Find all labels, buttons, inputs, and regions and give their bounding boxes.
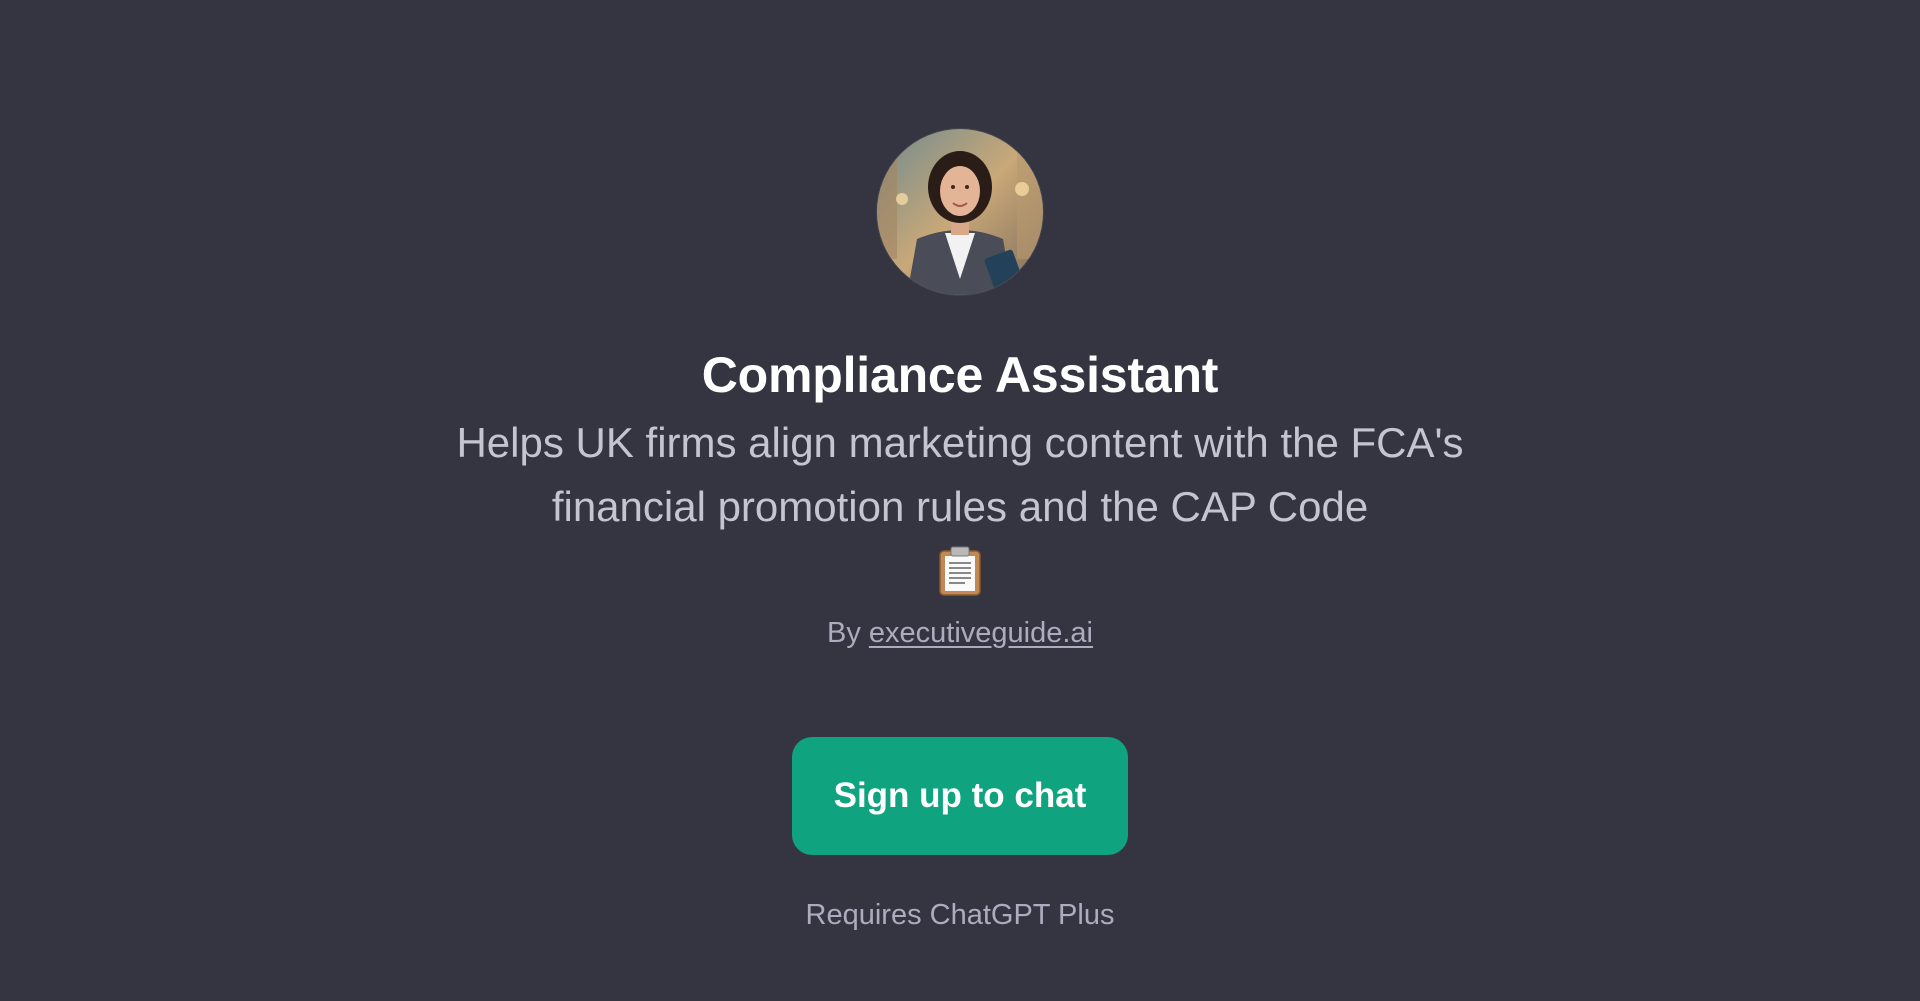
avatar [877, 129, 1043, 295]
author-link[interactable]: executiveguide.ai [869, 617, 1093, 649]
author-prefix: By [826, 617, 861, 649]
signup-button[interactable]: Sign up to chat [792, 737, 1128, 855]
gpt-description: Helps UK firms align marketing content w… [456, 419, 1464, 530]
clipboard-icon [938, 539, 982, 603]
requirement-note: Requires ChatGPT Plus [805, 899, 1115, 931]
gpt-title: Compliance Assistant [701, 347, 1219, 403]
author-byline: By executiveguide.ai [827, 613, 1093, 653]
gpt-landing-page: Compliance Assistant Helps UK firms alig… [0, 0, 1920, 1001]
avatar-photo [877, 129, 1043, 295]
